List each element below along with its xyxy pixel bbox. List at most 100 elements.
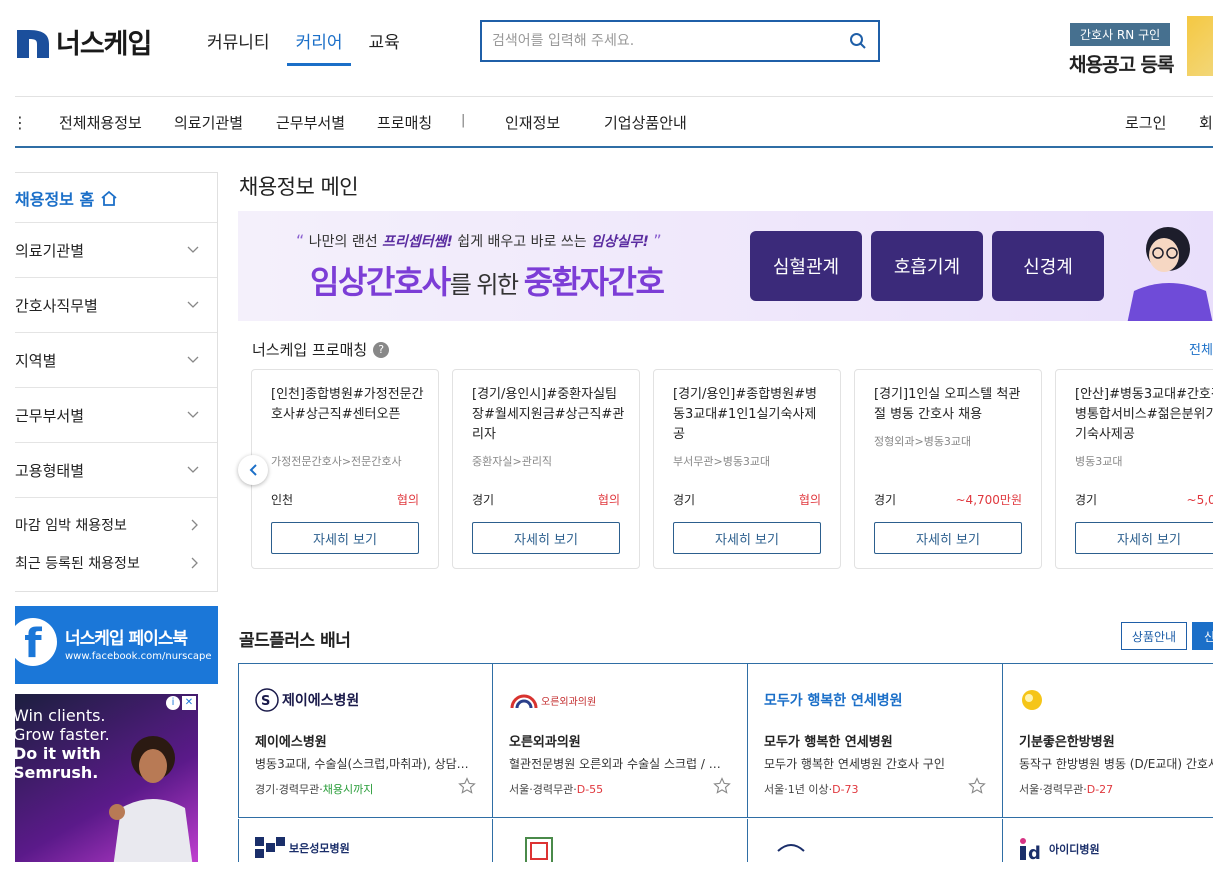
goldplus-item[interactable] — [493, 819, 748, 862]
page-title: 채용정보 메인 — [239, 175, 359, 199]
nav-community[interactable]: 커뮤니티 — [207, 28, 270, 66]
goldplus-grid: S 제이에스병원 제이에스병원 병동3교대, 수술실(스크럽,마취과), 상담실… — [238, 663, 1213, 862]
sidebar-item-institution[interactable]: 의료기관별 — [15, 223, 217, 278]
chevron-left-icon — [249, 464, 257, 476]
hospital-logo: S 제이에스병원 — [255, 682, 359, 718]
star-icon[interactable] — [713, 777, 731, 795]
promatching-view-all[interactable]: 전체 — [1189, 339, 1213, 358]
hospital-logo-text: 모두가 행복한 연세병원 — [764, 693, 903, 709]
job-meta: 서울·경력무관·D-27 — [1019, 781, 1113, 797]
job-card-pay: ~4,700만원 — [955, 493, 1023, 507]
subnav-talent[interactable]: 인재정보 — [505, 112, 560, 133]
product-info-button[interactable]: 상품안내 — [1121, 622, 1187, 650]
goldplus-item[interactable]: 오른외과의원 오른외과의원 혈관전문병원 오른외과 수술실 스크럽 / 외...… — [493, 664, 748, 818]
job-card[interactable]: [경기/용인시]#중환자실팀장#월세지원금#상근직#관리자 중환자실>관리직 경… — [452, 369, 640, 569]
subnav-by-institution[interactable]: 의료기관별 — [174, 112, 243, 133]
banner-sub-text: 나만의 랜선 — [308, 234, 383, 250]
goldplus-item[interactable] — [748, 819, 1003, 862]
sidebar-link-recent[interactable]: 최근 등록된 채용정보 — [15, 544, 217, 582]
banner-pill-cardio[interactable]: 심혈관계 — [750, 231, 862, 301]
help-icon[interactable]: ? — [373, 341, 390, 358]
menu-edge-icon[interactable]: ⋮ — [15, 113, 28, 132]
job-card-detail-button[interactable]: 자세히 보기 — [673, 522, 821, 554]
post-job-link[interactable]: 채용공고 등록 — [1069, 50, 1174, 77]
ad-line: Semrush. — [15, 763, 99, 782]
subnav-all-jobs[interactable]: 전체채용정보 — [59, 112, 142, 133]
banner-headline-b: 중환자간호 — [523, 263, 665, 301]
sidebar-link-closing-soon[interactable]: 마감 임박 채용정보 — [15, 506, 217, 544]
job-card-detail-button[interactable]: 자세히 보기 — [1075, 522, 1213, 554]
subnav-promatching[interactable]: 프로매칭 — [377, 112, 432, 133]
chevron-down-icon — [187, 466, 199, 473]
sidebar-item-department[interactable]: 근무부서별 — [15, 388, 217, 443]
ad-banner[interactable]: Win clients. Grow faster. Do it with Sem… — [15, 694, 198, 862]
join-link[interactable]: 회 — [1199, 112, 1213, 133]
banner-pill-respiratory[interactable]: 호흡기계 — [871, 231, 983, 301]
banner-pill-neuro[interactable]: 신경계 — [992, 231, 1104, 301]
nav-education[interactable]: 교육 — [368, 28, 399, 66]
job-deadline: D-55 — [576, 783, 604, 796]
job-card-location: 경기 — [1075, 493, 1098, 507]
job-card[interactable]: [인천]종합병원#가정전문간호사#상근직#센터오픈 가정전문간호사>전문간호사 … — [251, 369, 439, 569]
goldplus-item[interactable]: 기분좋은한방병원 동작구 한방병원 병동 (D/E교대) 간호사 서울·경력무관… — [1003, 664, 1213, 818]
job-card-title: [안산]#병동3교대#간호간병통합서비스#젊은분위기#기숙사제공 — [1075, 387, 1213, 442]
job-card-detail-button[interactable]: 자세히 보기 — [271, 522, 419, 554]
facebook-icon: f — [15, 618, 57, 666]
facebook-banner[interactable]: f 너스케입 페이스북 www.facebook.com/nurscape — [15, 606, 218, 684]
job-deadline: 채용시까지 — [322, 783, 374, 796]
goldplus-item[interactable]: 모두가 행복한 연세병원 모두가 행복한 연세병원 모두가 행복한 연세병원 간… — [748, 664, 1003, 818]
subnav-by-department[interactable]: 근무부서별 — [276, 112, 345, 133]
banner-headline-a: 임상간호사 — [310, 263, 451, 301]
job-card[interactable]: [안산]#병동3교대#간호간병통합서비스#젊은분위기#기숙사제공 병동3교대 경… — [1055, 369, 1213, 569]
star-icon[interactable] — [458, 777, 476, 795]
goldplus-item[interactable]: 보은성모병원 — [238, 819, 493, 862]
apply-button[interactable]: 신 — [1192, 622, 1213, 650]
goldplus-item[interactable]: S 제이에스병원 제이에스병원 병동3교대, 수술실(스크럽,마취과), 상담실… — [238, 664, 493, 818]
hospital-name: 모두가 행복한 연세병원 — [764, 735, 893, 750]
job-card[interactable]: [경기]1인실 오피스텔 척관절 병동 간호사 채용 정형외과>병동3교대 경기… — [854, 369, 1042, 569]
chevron-right-icon — [191, 519, 198, 531]
ad-line: Win clients. — [15, 706, 106, 725]
sidebar-item-employment-type[interactable]: 고용형태별 — [15, 443, 217, 498]
subnav-products[interactable]: 기업상품안내 — [604, 112, 687, 133]
goldplus-title: 골드플러스 배너 — [239, 631, 351, 651]
logo[interactable]: 너스케입 — [15, 22, 152, 61]
job-card-detail-button[interactable]: 자세히 보기 — [472, 522, 620, 554]
search-input[interactable] — [482, 33, 838, 49]
job-card-title: [경기/용인시]#중환자실팀장#월세지원금#상근직#관리자 — [472, 387, 625, 442]
banner-sub-text: 쉽게 배우고 바로 쓰는 — [452, 234, 592, 250]
promatching-title: 너스케입 프로매칭 ? — [252, 339, 390, 360]
login-link[interactable]: 로그인 — [1125, 112, 1166, 133]
top-nav: 커뮤니티 커리어 교육 — [207, 28, 426, 66]
job-card-location: 인천 — [271, 493, 294, 507]
sub-nav: ⋮ 전체채용정보 의료기관별 근무부서별 프로매칭 | 인재정보 기업상품안내 … — [15, 96, 1213, 148]
banner-sub-emphasis: 프리셉터쌤! — [382, 234, 453, 250]
job-meta-text: 서울·1년 이상· — [764, 783, 833, 796]
page-frame: 너스케입 커뮤니티 커리어 교육 간호사 RN 구인 채용공고 등록 ⋮ 전체채… — [15, 14, 1213, 862]
carousel-prev-button[interactable] — [238, 455, 268, 485]
job-deadline: D-73 — [832, 783, 859, 796]
sidebar-item-nurse-role[interactable]: 간호사직무별 — [15, 278, 217, 333]
search-icon[interactable] — [838, 32, 878, 50]
goldplus-item[interactable]: d 아이디병원 — [1003, 819, 1213, 862]
job-card[interactable]: [경기/용인]#종합병원#병동3교대#1인1실기숙사제공 부서무관>병동3교대 … — [653, 369, 841, 569]
hospital-name: 오른외과의원 — [509, 735, 581, 750]
hospital-logo-icon — [525, 837, 553, 862]
ad-close-icon[interactable]: ✕ — [182, 696, 196, 710]
logo-mark-icon — [15, 24, 51, 60]
sidebar-home[interactable]: 채용정보 홈 — [15, 173, 217, 223]
star-icon[interactable] — [968, 777, 986, 795]
ad-info-icon[interactable]: i — [166, 696, 180, 710]
sidebar-item-region[interactable]: 지역별 — [15, 333, 217, 388]
hospital-logo-icon — [777, 844, 805, 852]
job-card-category: 중환자실>관리직 — [472, 455, 553, 468]
sidebar-item-label: 의료기관별 — [15, 241, 85, 260]
job-card-location: 경기 — [874, 493, 897, 507]
promo-banner[interactable]: “ 나만의 랜선 프리셉터쌤! 쉽게 배우고 바로 쓰는 임상실무! ” 임상간… — [238, 211, 1213, 321]
job-card-detail-button[interactable]: 자세히 보기 — [874, 522, 1022, 554]
job-card-category: 가정전문간호사>전문간호사 — [271, 455, 402, 468]
rn-recruit-badge[interactable]: 간호사 RN 구인 — [1070, 23, 1171, 46]
promatching-title-text: 너스케입 프로매칭 — [252, 341, 368, 359]
nav-career[interactable]: 커리어 — [286, 28, 352, 66]
sidebar-link-label: 최근 등록된 채용정보 — [15, 556, 140, 572]
